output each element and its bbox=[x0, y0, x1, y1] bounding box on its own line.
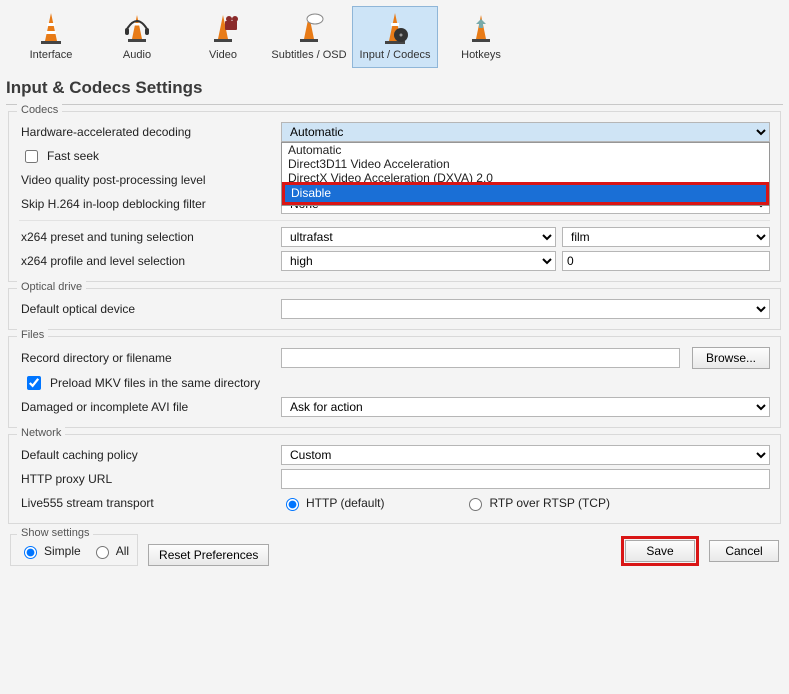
optical-device-select[interactable] bbox=[281, 299, 770, 319]
tab-video[interactable]: Video bbox=[180, 6, 266, 68]
group-legend: Files bbox=[17, 329, 48, 341]
cone-disc-icon bbox=[379, 11, 411, 47]
group-files: Files Record directory or filename Brows… bbox=[8, 336, 781, 428]
dropdown-option-disable[interactable]: Disable bbox=[285, 185, 766, 202]
reset-preferences-button[interactable]: Reset Preferences bbox=[148, 544, 269, 566]
group-codecs: Codecs Hardware-accelerated decoding Aut… bbox=[8, 111, 781, 282]
tab-interface[interactable]: Interface bbox=[8, 6, 94, 68]
radio-input[interactable] bbox=[286, 498, 299, 511]
record-dir-input[interactable] bbox=[281, 348, 680, 368]
radio-input[interactable] bbox=[96, 546, 109, 559]
avi-select[interactable]: Ask for action bbox=[281, 397, 770, 417]
tab-subtitles[interactable]: Subtitles / OSD bbox=[266, 6, 352, 68]
radio-label: Simple bbox=[44, 544, 81, 558]
page-title: Input & Codecs Settings bbox=[0, 68, 789, 104]
x264-preset-select[interactable]: ultrafast bbox=[281, 227, 556, 247]
dropdown-option[interactable]: DirectX Video Acceleration (DXVA) 2.0 bbox=[282, 171, 769, 182]
cone-balloon-icon bbox=[293, 11, 325, 47]
group-legend: Show settings bbox=[17, 527, 93, 539]
tab-input-codecs[interactable]: Input / Codecs bbox=[352, 6, 438, 68]
dropdown-option[interactable]: Automatic bbox=[282, 143, 769, 157]
avi-label: Damaged or incomplete AVI file bbox=[19, 400, 275, 414]
tab-audio[interactable]: Audio bbox=[94, 6, 180, 68]
live555-http-radio[interactable]: HTTP (default) bbox=[281, 495, 384, 511]
tab-label: Input / Codecs bbox=[353, 49, 437, 61]
tab-label: Interface bbox=[9, 49, 93, 61]
cone-film-icon bbox=[207, 11, 239, 47]
tab-label: Audio bbox=[95, 49, 179, 61]
cone-arrows-icon bbox=[465, 11, 497, 47]
cancel-button[interactable]: Cancel bbox=[709, 540, 779, 562]
radio-input[interactable] bbox=[469, 498, 482, 511]
hw-decoding-select[interactable]: Automatic bbox=[281, 122, 770, 142]
show-settings-simple[interactable]: Simple bbox=[19, 543, 81, 559]
caching-label: Default caching policy bbox=[19, 448, 275, 462]
proxy-input[interactable] bbox=[281, 469, 770, 489]
group-legend: Optical drive bbox=[17, 281, 86, 293]
x264-level-input[interactable] bbox=[562, 251, 770, 271]
show-settings-group: Show settings Simple All bbox=[10, 534, 138, 566]
record-dir-label: Record directory or filename bbox=[19, 351, 275, 365]
cone-headphones-icon bbox=[121, 11, 153, 47]
caching-select[interactable]: Custom bbox=[281, 445, 770, 465]
x264-preset-label: x264 preset and tuning selection bbox=[19, 230, 275, 244]
proxy-label: HTTP proxy URL bbox=[19, 472, 275, 486]
hw-decoding-dropdown-list: Automatic Direct3D11 Video Acceleration … bbox=[281, 142, 770, 206]
highlight-annotation: Save bbox=[621, 536, 699, 566]
tab-label: Subtitles / OSD bbox=[267, 49, 351, 61]
dropdown-option[interactable]: Direct3D11 Video Acceleration bbox=[282, 157, 769, 171]
group-legend: Network bbox=[17, 427, 65, 439]
highlight-annotation: Disable bbox=[282, 182, 769, 205]
divider bbox=[19, 220, 770, 221]
radio-input[interactable] bbox=[24, 546, 37, 559]
group-optical: Optical drive Default optical device bbox=[8, 288, 781, 330]
bottom-bar: Show settings Simple All Reset Preferenc… bbox=[0, 530, 789, 576]
x264-profile-label: x264 profile and level selection bbox=[19, 254, 275, 268]
browse-button[interactable]: Browse... bbox=[692, 347, 770, 369]
hw-decoding-label: Hardware-accelerated decoding bbox=[19, 125, 275, 139]
radio-label: All bbox=[116, 544, 129, 558]
tab-label: Hotkeys bbox=[439, 49, 523, 61]
fast-seek-checkbox[interactable] bbox=[25, 150, 38, 163]
fast-seek-label: Fast seek bbox=[47, 149, 99, 163]
x264-tune-select[interactable]: film bbox=[562, 227, 770, 247]
radio-label: HTTP (default) bbox=[306, 496, 384, 510]
tab-label: Video bbox=[181, 49, 265, 61]
preload-mkv-checkbox[interactable] bbox=[27, 376, 41, 390]
group-network: Network Default caching policy Custom HT… bbox=[8, 434, 781, 524]
optical-device-label: Default optical device bbox=[19, 302, 275, 316]
cone-icon bbox=[35, 11, 67, 47]
radio-label: RTP over RTSP (TCP) bbox=[489, 496, 609, 510]
vq-post-label: Video quality post-processing level bbox=[19, 173, 275, 187]
tab-hotkeys[interactable]: Hotkeys bbox=[438, 6, 524, 68]
show-settings-all[interactable]: All bbox=[91, 543, 129, 559]
group-legend: Codecs bbox=[17, 104, 62, 116]
title-divider bbox=[6, 104, 783, 105]
save-button[interactable]: Save bbox=[625, 540, 695, 562]
category-tabbar: Interface Audio Video Subtitles / OSD In… bbox=[0, 0, 789, 68]
live555-rtp-radio[interactable]: RTP over RTSP (TCP) bbox=[464, 495, 609, 511]
live555-label: Live555 stream transport bbox=[19, 496, 275, 510]
preload-mkv-label: Preload MKV files in the same directory bbox=[50, 376, 260, 390]
skip-h264-label: Skip H.264 in-loop deblocking filter bbox=[19, 197, 275, 211]
x264-profile-select[interactable]: high bbox=[281, 251, 556, 271]
